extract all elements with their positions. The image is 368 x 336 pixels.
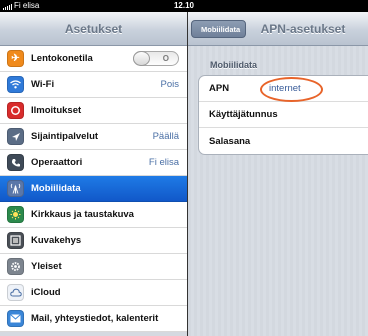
password-input[interactable]	[269, 135, 368, 147]
section-header: Mobiilidata	[210, 60, 257, 70]
status-bar: Fi elisa 12.10	[0, 0, 368, 12]
cloud-icon	[7, 284, 24, 301]
settings-item-label: Mail, yhteystiedot, kalenterit	[31, 313, 159, 324]
settings-item-label: Sijaintipalvelut	[31, 131, 99, 142]
settings-item-label: Lentokonetila	[31, 53, 93, 64]
brightness-icon	[7, 206, 24, 223]
password-label: Salasana	[209, 135, 251, 147]
apn-settings-detail-pane: Mobiilidata APN-asetukset Mobiilidata AP…	[188, 12, 368, 336]
settings-item-label: Kirkkaus ja taustakuva	[31, 209, 134, 220]
master-title: Asetukset	[64, 22, 123, 36]
location-icon	[7, 128, 24, 145]
settings-item-label: Yleiset	[31, 261, 62, 272]
password-row[interactable]: Salasana	[199, 128, 368, 154]
gear-icon	[7, 258, 24, 275]
clock: 12.10	[173, 1, 195, 10]
settings-master-pane: Asetukset ✈ Lentokonetila O Wi-Fi Pois I…	[0, 12, 187, 336]
apn-input[interactable]	[269, 83, 368, 94]
settings-item-icloud[interactable]: iCloud	[0, 280, 187, 306]
toggle-state-label: O	[162, 54, 169, 63]
username-row[interactable]: Käyttäjätunnus	[199, 102, 368, 128]
settings-item-label: Wi-Fi	[31, 79, 55, 90]
settings-item-mobile-data[interactable]: Mobiilidata	[0, 176, 187, 202]
settings-item-notifications[interactable]: Ilmoitukset	[0, 98, 187, 124]
apn-settings-group: APN Käyttäjätunnus Salasana	[198, 75, 368, 155]
settings-item-label: Operaattori	[31, 157, 83, 168]
notifications-icon	[7, 102, 24, 119]
settings-item-picture-frame[interactable]: Kuvakehys	[0, 228, 187, 254]
settings-item-mail-contacts-calendars[interactable]: Mail, yhteystiedot, kalenterit	[0, 306, 187, 332]
settings-item-value: Päällä	[152, 131, 179, 142]
settings-item-carrier[interactable]: Operaattori Fi elisa	[0, 150, 187, 176]
airplane-icon: ✈	[7, 50, 24, 67]
wifi-icon	[7, 76, 24, 93]
toggle-knob	[133, 51, 150, 66]
phone-icon	[7, 154, 24, 171]
settings-item-wifi[interactable]: Wi-Fi Pois	[0, 72, 187, 98]
airplane-mode-toggle[interactable]: O	[133, 51, 179, 66]
apn-row[interactable]: APN	[199, 76, 368, 102]
username-input[interactable]	[269, 109, 368, 120]
settings-list: ✈ Lentokonetila O Wi-Fi Pois Ilmoitukset	[0, 46, 187, 332]
settings-item-label: iCloud	[31, 287, 61, 298]
settings-item-label: Kuvakehys	[31, 235, 82, 246]
mail-icon	[7, 310, 24, 327]
apn-label: APN	[209, 83, 230, 94]
picture-frame-icon	[7, 232, 24, 249]
settings-item-label: Ilmoitukset	[31, 105, 82, 116]
detail-navbar: Mobiilidata APN-asetukset	[188, 12, 368, 46]
settings-item-location-services[interactable]: Sijaintipalvelut Päällä	[0, 124, 187, 150]
settings-item-value: Fi elisa	[148, 157, 179, 168]
settings-item-value: Pois	[160, 79, 179, 90]
settings-item-label: Mobiilidata	[31, 183, 81, 194]
cellular-icon	[7, 180, 24, 197]
username-label: Käyttäjätunnus	[209, 109, 278, 120]
settings-item-general[interactable]: Yleiset	[0, 254, 187, 280]
detail-title: APN-asetukset	[260, 22, 346, 36]
settings-item-airplane-mode[interactable]: ✈ Lentokonetila O	[0, 46, 187, 72]
master-navbar: Asetukset	[0, 12, 187, 46]
settings-item-brightness-wallpaper[interactable]: Kirkkaus ja taustakuva	[0, 202, 187, 228]
